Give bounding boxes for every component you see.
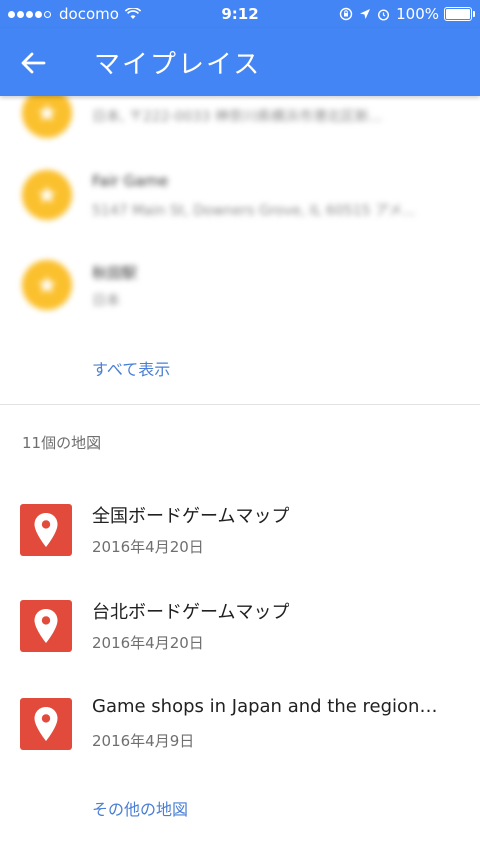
star-icon bbox=[38, 104, 56, 121]
status-bar: docomo 9:12 100% bbox=[0, 0, 480, 28]
star-icon bbox=[38, 186, 56, 203]
place-item[interactable]: 日本, 〒222-0033 神奈川県横浜市港北区新... bbox=[0, 88, 480, 168]
map-name: Game shops in Japan and the region… bbox=[92, 696, 438, 717]
map-date: 2016年4月9日 bbox=[92, 732, 195, 750]
map-name: 台北ボードゲームマップ bbox=[92, 602, 290, 623]
star-avatar bbox=[22, 170, 72, 220]
show-all-places-link[interactable]: すべて表示 bbox=[92, 356, 170, 380]
place-item[interactable]: Fair Game 5147 Main St, Downers Grove, I… bbox=[0, 170, 480, 250]
battery-percentage: 100% bbox=[396, 5, 439, 23]
map-date: 2016年4月20日 bbox=[92, 634, 204, 652]
page-title: マイプレイス bbox=[94, 50, 262, 80]
map-list-item[interactable]: Game shops in Japan and the region… 2016… bbox=[0, 696, 480, 766]
place-name: Fair Game bbox=[92, 172, 169, 190]
star-icon bbox=[38, 276, 56, 293]
app-bar: マイプレイス bbox=[0, 28, 480, 96]
map-icon bbox=[20, 600, 72, 652]
rotation-lock-icon bbox=[339, 7, 353, 21]
place-address: 5147 Main St, Downers Grove, IL 60515 アメ… bbox=[92, 203, 416, 219]
back-arrow-icon[interactable] bbox=[18, 48, 48, 78]
more-maps-link[interactable]: その他の地図 bbox=[92, 796, 188, 820]
place-address: 日本 bbox=[92, 293, 120, 309]
map-icon bbox=[20, 504, 72, 556]
location-arrow-icon bbox=[360, 9, 371, 19]
map-list-item[interactable]: 台北ボードゲームマップ 2016年4月20日 bbox=[0, 598, 480, 668]
map-pin-icon bbox=[34, 609, 58, 643]
my-places-screen: docomo 9:12 100% マイプレイス 日本, 〒222-0033 神奈… bbox=[0, 0, 480, 855]
alarm-icon bbox=[378, 8, 390, 21]
star-avatar bbox=[22, 260, 72, 310]
battery-icon bbox=[444, 7, 475, 21]
place-name: 秋田駅 bbox=[92, 264, 138, 282]
status-right: 100% bbox=[339, 5, 475, 23]
place-address: 日本, 〒222-0033 神奈川県横浜市港北区新... bbox=[92, 109, 383, 125]
map-list-item[interactable]: 全国ボードゲームマップ 2016年4月20日 bbox=[0, 502, 480, 572]
section-divider bbox=[0, 404, 480, 405]
place-item[interactable]: 秋田駅 日本 bbox=[0, 260, 480, 340]
map-pin-icon bbox=[34, 513, 58, 547]
map-icon bbox=[20, 698, 72, 750]
map-date: 2016年4月20日 bbox=[92, 538, 204, 556]
map-name: 全国ボードゲームマップ bbox=[92, 506, 290, 527]
map-pin-icon bbox=[34, 707, 58, 741]
maps-section-title: 11個の地図 bbox=[22, 434, 102, 452]
